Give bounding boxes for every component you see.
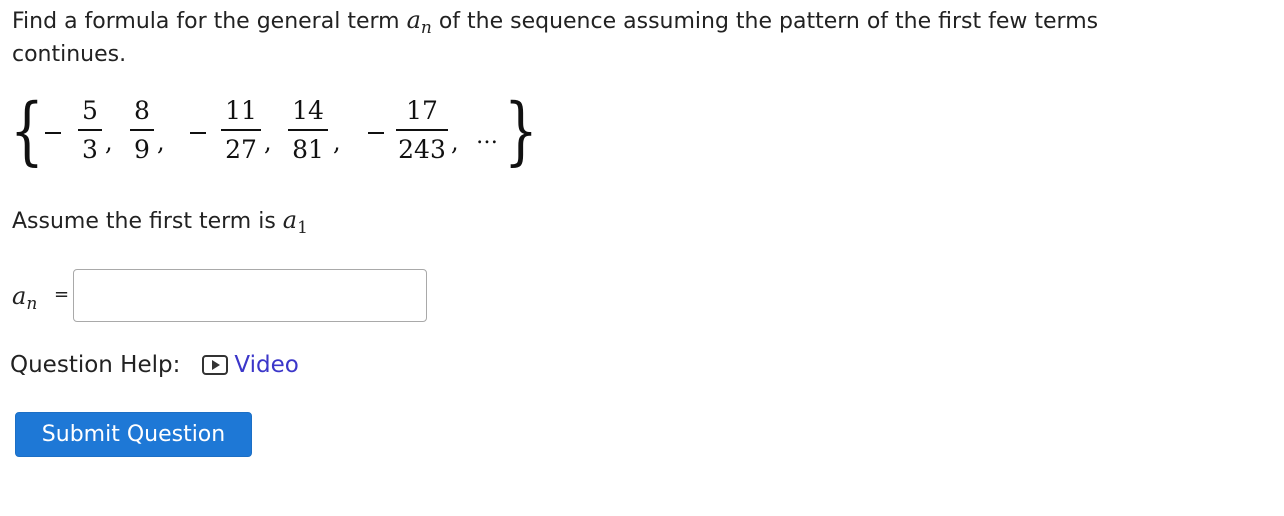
term-1-denominator: 3 <box>82 135 98 164</box>
open-brace: { <box>10 88 44 174</box>
sequence-ellipsis: … <box>476 124 499 149</box>
first-term-note-text: Assume the first term is <box>12 209 283 234</box>
term-2-denominator: 9 <box>134 135 150 164</box>
answer-variable-subscript: n <box>26 294 38 314</box>
term-5-fraction: 17 243 <box>396 96 448 165</box>
term-5-minus-sign <box>368 132 384 134</box>
term-5-comma: , <box>451 128 459 156</box>
term-2-fraction: 8 9 <box>130 96 154 165</box>
term-3-comma: , <box>264 128 272 156</box>
equals-sign: = <box>54 284 70 305</box>
prompt-variable-subscript: n <box>420 18 432 38</box>
term-5-fraction-bar <box>396 129 448 131</box>
close-brace: } <box>504 88 538 174</box>
term-1-minus-sign <box>45 132 61 134</box>
term-4-fraction-bar <box>288 129 328 131</box>
sequence-display: { 5 3 , 8 9 , 11 27 , 14 81 , 17 243 , …… <box>10 92 550 176</box>
term-2-numerator: 8 <box>134 96 150 125</box>
term-1-numerator: 5 <box>82 96 98 125</box>
term-4-denominator: 81 <box>292 135 324 164</box>
term-3-denominator: 27 <box>225 135 257 164</box>
answer-label: an <box>12 282 37 314</box>
term-1-fraction-bar <box>78 129 102 131</box>
term-1-comma: , <box>105 128 113 156</box>
term-2-fraction-bar <box>130 129 154 131</box>
term-3-numerator: 11 <box>225 96 257 125</box>
question-prompt: Find a formula for the general term an o… <box>12 4 1212 71</box>
term-5-numerator: 17 <box>406 96 438 125</box>
answer-input[interactable] <box>73 269 427 322</box>
term-3-minus-sign <box>190 132 206 134</box>
term-5-denominator: 243 <box>398 135 446 164</box>
term-4-comma: , <box>333 128 341 156</box>
answer-row: an = <box>12 268 452 324</box>
term-4-fraction: 14 81 <box>288 96 328 165</box>
term-3-fraction: 11 27 <box>221 96 261 165</box>
prompt-text-start: Find a formula for the general term <box>12 9 407 34</box>
term-3-fraction-bar <box>221 129 261 131</box>
question-help: Question Help: Video <box>10 348 299 382</box>
term-4-numerator: 14 <box>292 96 324 125</box>
answer-variable: a <box>12 282 27 310</box>
video-help-link[interactable]: Video <box>202 348 299 382</box>
play-video-icon <box>202 355 229 375</box>
submit-question-button[interactable]: Submit Question <box>15 412 252 457</box>
first-term-variable: a <box>282 206 298 234</box>
question-help-label: Question Help: <box>10 352 181 378</box>
video-link-label: Video <box>234 352 299 378</box>
prompt-variable: a <box>406 6 421 34</box>
term-2-comma: , <box>157 128 165 156</box>
first-term-note: Assume the first term is a1 <box>12 204 308 239</box>
first-term-subscript: 1 <box>297 218 308 238</box>
term-1-fraction: 5 3 <box>78 96 102 165</box>
